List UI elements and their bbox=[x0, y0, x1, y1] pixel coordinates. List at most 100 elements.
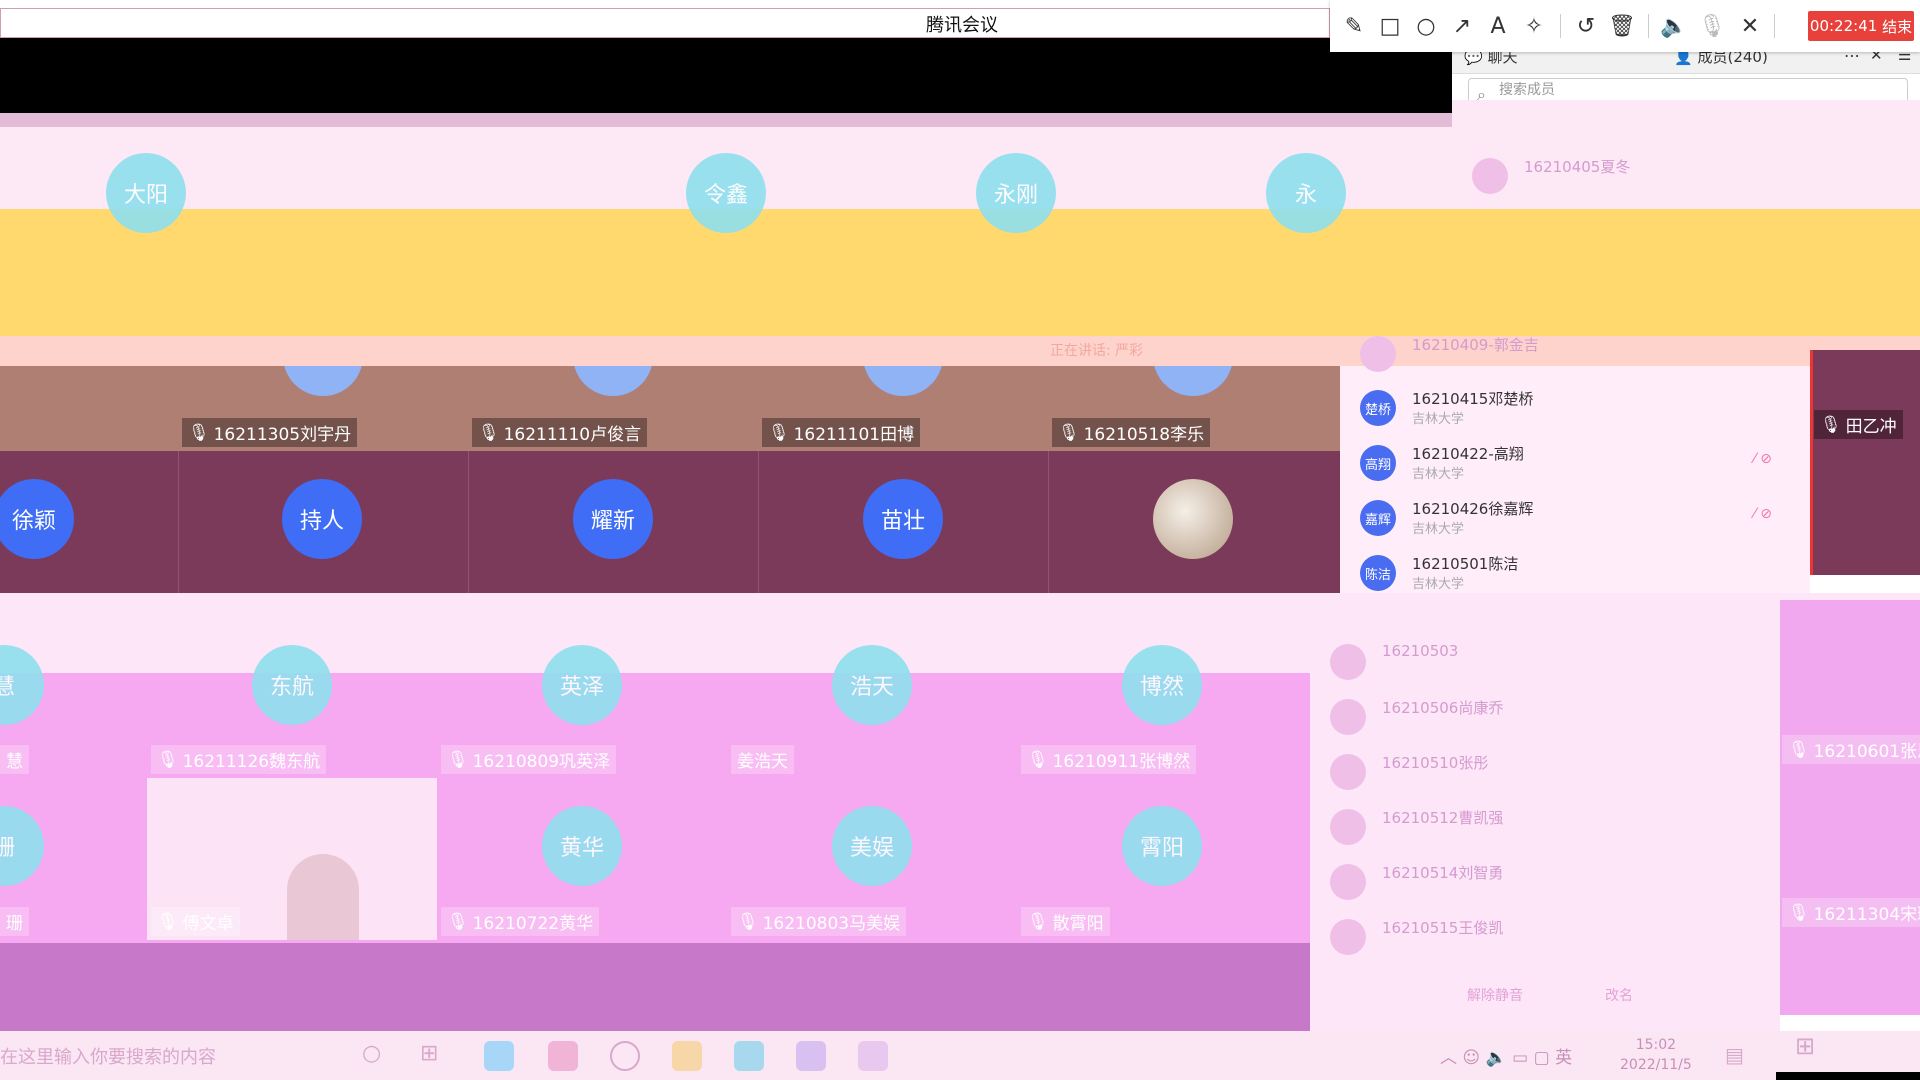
mic-icon: 🎙 bbox=[188, 422, 210, 443]
video-tile-camera[interactable]: 🎙 傅文卓 bbox=[147, 778, 437, 940]
participant-name: 🎙 16210518李乐 bbox=[1052, 418, 1211, 447]
video-row-1-overlay bbox=[0, 209, 1920, 336]
system-tray: ︿ ☺ 🔈 ▭ ▢ 英 bbox=[1440, 1043, 1572, 1068]
participant-name: 🎙 16210722黄华 bbox=[441, 907, 600, 936]
undo-icon[interactable]: ↺ bbox=[1572, 12, 1600, 40]
battery-icon[interactable]: ▭ bbox=[1512, 1048, 1528, 1068]
participant-name: 🎙 16211305刘宇丹 bbox=[182, 418, 358, 447]
video-tile[interactable]: 英泽 🎙 16210809巩英泽 bbox=[437, 633, 727, 778]
video-row-3 bbox=[0, 451, 1340, 593]
member-search[interactable]: ⌕ 搜索成员 bbox=[1468, 78, 1908, 100]
close-icon[interactable]: ✕ bbox=[1736, 12, 1764, 40]
shared-screen-top bbox=[0, 38, 1452, 113]
participant-avatar[interactable]: 苗壮 bbox=[863, 479, 943, 559]
end-meeting-button[interactable]: 00:22:41 结束 bbox=[1808, 11, 1914, 41]
shared-screen-divider bbox=[0, 113, 1452, 127]
list-item[interactable]: 16210512曹凯强 bbox=[1330, 803, 1770, 855]
list-item[interactable]: 楚桥 16210415邓楚桥 吉林大学 bbox=[1360, 384, 1800, 436]
taskbar-clock[interactable]: 15:02 2022/11/5 bbox=[1620, 1035, 1692, 1075]
video-tile[interactable]: 慧 慧 bbox=[0, 633, 147, 778]
network-icon[interactable]: ▢ bbox=[1534, 1048, 1550, 1068]
mic-muted-icon[interactable]: ⁄ ⊘ bbox=[1753, 506, 1772, 522]
participant-name: 🎙 16211126魏东航 bbox=[151, 745, 327, 774]
video-tile[interactable]: 🎙 16210518李乐 bbox=[1048, 366, 1340, 451]
list-item[interactable]: 16210510张彤 bbox=[1330, 748, 1770, 800]
mail-icon[interactable] bbox=[548, 1041, 578, 1071]
rename-button[interactable]: 改名 bbox=[1605, 985, 1633, 1005]
video-tile[interactable]: 霄阳 🎙 散霄阳 bbox=[1017, 778, 1307, 940]
participant-avatar[interactable]: 令鑫 bbox=[686, 153, 766, 233]
task-view-icon[interactable]: ○ bbox=[362, 1041, 392, 1071]
list-item[interactable]: 16210515王俊凯 bbox=[1330, 913, 1770, 965]
list-item[interactable]: 16210405夏冬 bbox=[1472, 152, 1912, 204]
mic-icon: 🎙 bbox=[737, 911, 759, 932]
mic-icon: 🎙 bbox=[1788, 902, 1810, 923]
participant-avatar[interactable]: 永 bbox=[1266, 153, 1346, 233]
widgets-icon[interactable]: ⊞ bbox=[420, 1041, 450, 1071]
annotation-toolbar: ✎ □ ○ ↗ A ✧ ↺ 🗑 🔈 🎙 ✕ 00:22:41 结束 bbox=[1330, 0, 1920, 52]
participant-name: 🎙16211304宋珊 bbox=[1782, 898, 1920, 927]
list-item[interactable]: 高翔 16210422-高翔 吉林大学 ⁄ ⊘ bbox=[1360, 439, 1800, 491]
unmute-all-button[interactable]: 解除静音 bbox=[1467, 985, 1523, 1005]
list-item[interactable]: 16210409-郭金吉 bbox=[1360, 330, 1800, 382]
arrow-icon[interactable]: ↗ bbox=[1448, 12, 1476, 40]
mic-off-icon[interactable]: 🎙 bbox=[1698, 12, 1726, 40]
search-input[interactable]: ⌕ 搜索成员 bbox=[1468, 78, 1908, 100]
participant-avatar[interactable]: 大阳 bbox=[106, 153, 186, 233]
windows-icon[interactable]: ⊞ bbox=[1795, 1032, 1815, 1060]
user-icon[interactable]: ☺ bbox=[1462, 1048, 1480, 1068]
participant-avatar[interactable]: 永刚 bbox=[976, 153, 1056, 233]
mic-icon: 🎙 bbox=[1027, 911, 1049, 932]
toolbar-divider bbox=[1560, 14, 1561, 38]
pencil-icon[interactable]: ✎ bbox=[1340, 12, 1368, 40]
mic-icon: 🎙 bbox=[1820, 414, 1842, 435]
chevron-up-icon[interactable]: ︿ bbox=[1440, 1048, 1457, 1068]
app-icon[interactable] bbox=[858, 1041, 888, 1071]
list-item[interactable]: 16210503 bbox=[1330, 638, 1770, 690]
list-item[interactable]: 16210506尚康乔 bbox=[1330, 693, 1770, 745]
search-icon: ⌕ bbox=[1477, 85, 1486, 100]
mic-icon: 🎙 bbox=[157, 749, 179, 770]
tile-divider bbox=[1048, 451, 1049, 593]
volume-icon[interactable]: 🔈 bbox=[1486, 1048, 1507, 1068]
mic-icon: 🎙 bbox=[768, 422, 790, 443]
speaker-icon[interactable]: 🔈 bbox=[1660, 12, 1688, 40]
participant-avatar[interactable]: 耀新 bbox=[573, 479, 653, 559]
camera-person bbox=[287, 854, 359, 940]
edge-icon[interactable] bbox=[484, 1041, 514, 1071]
video-tile[interactable]: 博然 🎙 16210911张博然 bbox=[1017, 633, 1307, 778]
trash-icon[interactable]: 🗑 bbox=[1608, 12, 1636, 40]
dell-icon[interactable] bbox=[610, 1041, 640, 1071]
rectangle-icon[interactable]: □ bbox=[1376, 12, 1404, 40]
video-tile[interactable]: 美娱 🎙 16210803马美娱 bbox=[727, 778, 1017, 940]
participant-avatar[interactable]: 持人 bbox=[282, 479, 362, 559]
right-video-tile bbox=[1810, 350, 1920, 575]
video-tile[interactable]: 浩天 姜浩天 bbox=[727, 633, 1017, 778]
app-icon[interactable] bbox=[796, 1041, 826, 1071]
video-tile[interactable]: 东航 🎙 16211126魏东航 bbox=[147, 633, 437, 778]
text-icon[interactable]: A bbox=[1484, 12, 1512, 40]
video-tile[interactable]: 🎙 16211305刘宇丹 bbox=[178, 366, 468, 451]
mic-muted-icon[interactable]: ⁄ ⊘ bbox=[1753, 451, 1772, 467]
mic-icon: 🎙 bbox=[1027, 749, 1049, 770]
ime-indicator[interactable]: 英 bbox=[1555, 1048, 1572, 1068]
magic-wand-icon[interactable]: ✧ bbox=[1520, 12, 1548, 40]
participant-photo-avatar[interactable] bbox=[1153, 479, 1233, 559]
mic-icon: 🎙 bbox=[447, 749, 469, 770]
participant-name: 🎙16210601张恩 bbox=[1782, 735, 1920, 764]
members-list: 16210409-郭金吉 楚桥 16210415邓楚桥 吉林大学 高翔 1621… bbox=[1340, 336, 1810, 593]
meeting-app-icon[interactable] bbox=[734, 1041, 764, 1071]
video-tile[interactable]: 珊 珊 bbox=[0, 778, 147, 940]
taskbar-search[interactable]: 在这里输入你要搜索的内容 bbox=[0, 1043, 216, 1069]
video-tile[interactable]: 🎙 16211110卢俊言 bbox=[468, 366, 758, 451]
list-item[interactable]: 16210514刘智勇 bbox=[1330, 858, 1770, 910]
folder-icon[interactable] bbox=[672, 1041, 702, 1071]
participant-name: 姜浩天 bbox=[731, 745, 794, 774]
notification-icon[interactable]: ▤ bbox=[1725, 1043, 1744, 1067]
window-title: 腾讯会议 bbox=[926, 15, 998, 36]
circle-icon[interactable]: ○ bbox=[1412, 12, 1440, 40]
members-list-top: 16210405夏冬 bbox=[1452, 100, 1920, 209]
video-tile[interactable]: 🎙 16211101田博 bbox=[758, 366, 1048, 451]
list-item[interactable]: 嘉辉 16210426徐嘉辉 吉林大学 ⁄ ⊘ bbox=[1360, 494, 1800, 546]
video-tile[interactable]: 黄华 🎙 16210722黄华 bbox=[437, 778, 727, 940]
